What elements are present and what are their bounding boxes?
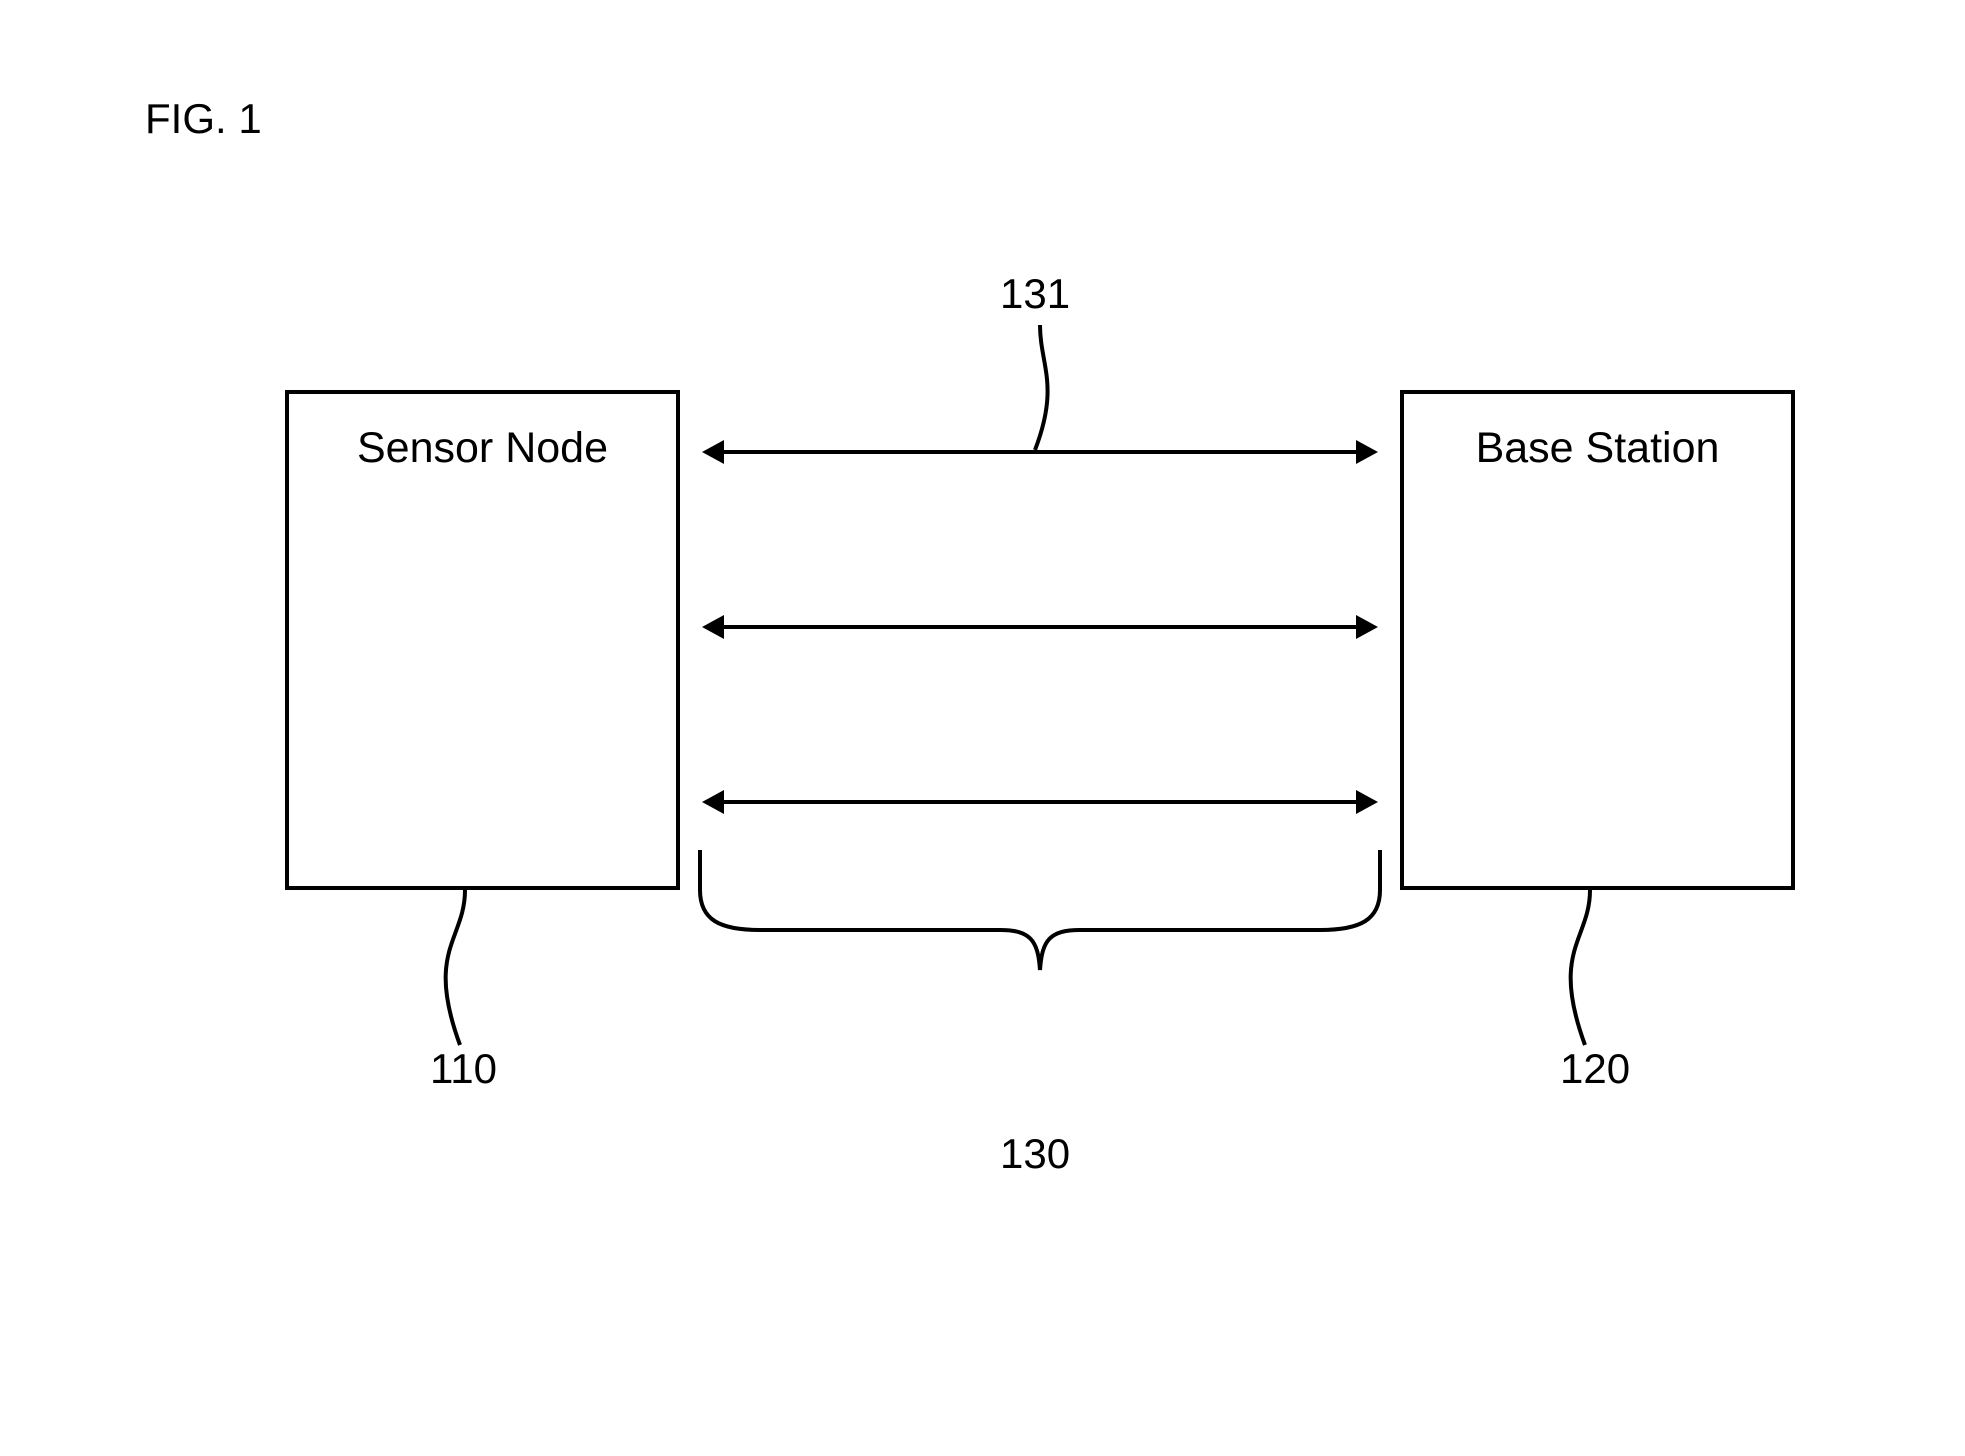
figure-caption: FIG. 1 — [145, 95, 262, 143]
base-station-label: Base Station — [1404, 424, 1791, 473]
bidirectional-arrow-2 — [720, 625, 1360, 629]
brace-130 — [700, 850, 1380, 1070]
ref-label-130: 130 — [1000, 1130, 1070, 1178]
leader-110 — [430, 890, 490, 1050]
bidirectional-arrow-3 — [720, 800, 1360, 804]
ref-label-110: 110 — [430, 1045, 497, 1093]
ref-label-120: 120 — [1560, 1045, 1630, 1093]
base-station-box: Base Station — [1400, 390, 1795, 890]
sensor-node-box: Sensor Node — [285, 390, 680, 890]
leader-131 — [1035, 325, 1075, 455]
sensor-node-label: Sensor Node — [289, 424, 676, 473]
leader-120 — [1560, 890, 1620, 1050]
ref-label-131: 131 — [1000, 270, 1070, 318]
